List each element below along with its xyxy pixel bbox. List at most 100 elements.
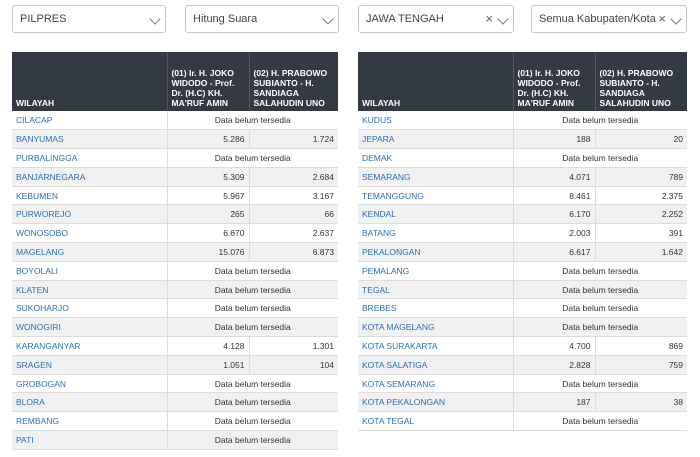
candidate2-votes-cell: 3.167 <box>249 186 338 206</box>
table-row: KOTA SALATIGA 2.828 759 <box>358 355 687 375</box>
region-link[interactable]: PEKALONGAN <box>358 242 514 262</box>
region-link[interactable]: MAGELANG <box>12 242 168 262</box>
no-data-cell: Data belum tersedia <box>513 411 687 432</box>
region-link[interactable]: BLORA <box>12 392 168 413</box>
table-row: PURWOREJO 265 66 <box>12 204 338 225</box>
region-link[interactable]: KOTA PEKALONGAN <box>358 392 514 413</box>
count-mode-value: Hitung Suara <box>193 13 258 25</box>
candidate2-votes-cell: 2.684 <box>249 167 338 187</box>
candidate1-votes-cell: 2.828 <box>513 355 596 375</box>
candidate2-votes-cell: 759 <box>595 355 687 375</box>
election-type-select[interactable]: PILPRES <box>12 5 166 33</box>
candidate2-votes-cell: 20 <box>595 129 687 150</box>
no-data-cell: Data belum tersedia <box>167 148 338 168</box>
no-data-cell: Data belum tersedia <box>513 374 687 394</box>
table-row: SRAGEN 1.051 104 <box>12 355 338 375</box>
region-link[interactable]: KOTA SALATIGA <box>358 355 514 375</box>
count-mode-select[interactable]: Hitung Suara <box>185 5 339 33</box>
region-link[interactable]: PATI <box>12 430 168 450</box>
region-link[interactable]: KOTA SEMARANG <box>358 374 514 394</box>
candidate1-votes-cell: 6.617 <box>513 242 596 262</box>
region-link[interactable]: KENDAL <box>358 204 514 225</box>
candidate1-votes-cell: 265 <box>167 204 250 225</box>
table-row: TEGAL Data belum tersedia <box>358 280 687 300</box>
region-link[interactable]: KOTA SURAKARTA <box>358 336 514 356</box>
region-link[interactable]: PEMALANG <box>358 261 514 281</box>
region-link[interactable]: SEMARANG <box>358 167 514 187</box>
region-link[interactable]: PURBALINGGA <box>12 148 168 168</box>
candidate1-column-header: (01) Ir. H. JOKO WIDODO - Prof. Dr. (H.C… <box>167 52 250 111</box>
clear-icon[interactable]: × <box>658 6 666 32</box>
table-header: WILAYAH (01) Ir. H. JOKO WIDODO - Prof. … <box>358 52 687 111</box>
region-link[interactable]: TEGAL <box>358 280 514 300</box>
candidate2-column-header: (02) H. PRABOWO SUBIANTO - H. SANDIAGA S… <box>249 52 338 111</box>
candidate1-votes-cell: 6.170 <box>513 204 596 225</box>
region-link[interactable]: KARANGANYAR <box>12 336 168 356</box>
region-link[interactable]: KOTA TEGAL <box>358 411 514 432</box>
candidate1-votes-cell: 5.309 <box>167 167 250 187</box>
region-link[interactable]: DEMAK <box>358 148 514 168</box>
region-link[interactable]: BATANG <box>358 223 514 244</box>
candidate1-votes-cell: 4.700 <box>513 336 596 356</box>
regency-select[interactable]: Semua Kabupaten/Kota × <box>531 5 687 33</box>
region-link[interactable]: SRAGEN <box>12 355 168 375</box>
region-column-header: WILAYAH <box>358 52 514 111</box>
table-row: GROBOGAN Data belum tersedia <box>12 374 338 394</box>
region-link[interactable]: JEPARA <box>358 129 514 150</box>
region-link[interactable]: PURWOREJO <box>12 204 168 225</box>
table-row: PURBALINGGA Data belum tersedia <box>12 148 338 168</box>
chevron-down-icon <box>670 13 682 25</box>
table-row: KUDUS Data belum tersedia <box>358 111 687 131</box>
region-link[interactable]: KEBUMEN <box>12 186 168 206</box>
table-row: KOTA MAGELANG Data belum tersedia <box>358 317 687 338</box>
candidate2-votes-cell: 2.637 <box>249 223 338 244</box>
region-link[interactable]: KLATEN <box>12 280 168 300</box>
table-row: JEPARA 188 20 <box>358 129 687 150</box>
region-link[interactable]: BOYOLALI <box>12 261 168 281</box>
region-link[interactable]: WONOGIRI <box>12 317 168 338</box>
candidate2-votes-cell: 789 <box>595 167 687 187</box>
region-link[interactable]: BANJARNEGARA <box>12 167 168 187</box>
candidate1-votes-cell: 15.076 <box>167 242 250 262</box>
table-row: SUKOHARJO Data belum tersedia <box>12 298 338 319</box>
region-link[interactable]: SUKOHARJO <box>12 298 168 319</box>
region-link[interactable]: TEMANGGUNG <box>358 186 514 206</box>
no-data-cell: Data belum tersedia <box>167 374 338 394</box>
province-select[interactable]: JAWA TENGAH × <box>358 5 514 33</box>
table-row: KOTA PEKALONGAN 187 38 <box>358 392 687 413</box>
region-link[interactable]: BANYUMAS <box>12 129 168 150</box>
region-link[interactable]: GROBOGAN <box>12 374 168 394</box>
candidate1-votes-cell: 4.128 <box>167 336 250 356</box>
clear-icon[interactable]: × <box>485 6 493 32</box>
no-data-cell: Data belum tersedia <box>167 111 338 131</box>
table-row: WONOGIRI Data belum tersedia <box>12 317 338 338</box>
table-row: KOTA TEGAL Data belum tersedia <box>358 411 687 432</box>
table-row: KEBUMEN 5.967 3.167 <box>12 186 338 206</box>
table-row: BANYUMAS 5.286 1.724 <box>12 129 338 150</box>
table-row: PEMALANG Data belum tersedia <box>358 261 687 281</box>
table-row: BREBES Data belum tersedia <box>358 298 687 319</box>
table-row: KENDAL 6.170 2.252 <box>358 204 687 225</box>
candidate2-votes-cell: 6.873 <box>249 242 338 262</box>
no-data-cell: Data belum tersedia <box>167 317 338 338</box>
candidate2-votes-cell: 2.375 <box>595 186 687 206</box>
results-table-right: WILAYAH (01) Ir. H. JOKO WIDODO - Prof. … <box>358 52 687 432</box>
candidate2-column-header: (02) H. PRABOWO SUBIANTO - H. SANDIAGA S… <box>595 52 687 111</box>
table-row: PATI Data belum tersedia <box>12 430 338 450</box>
candidate2-votes-cell: 1.642 <box>595 242 687 262</box>
region-link[interactable]: REMBANG <box>12 411 168 432</box>
region-link[interactable]: CILACAP <box>12 111 168 131</box>
region-link[interactable]: KOTA MAGELANG <box>358 317 514 338</box>
candidate2-votes-cell: 104 <box>249 355 338 375</box>
no-data-cell: Data belum tersedia <box>167 298 338 319</box>
table-row: KARANGANYAR 4.128 1.301 <box>12 336 338 356</box>
no-data-cell: Data belum tersedia <box>167 261 338 281</box>
region-link[interactable]: KUDUS <box>358 111 514 131</box>
candidate2-votes-cell: 38 <box>595 392 687 413</box>
province-value: JAWA TENGAH <box>366 13 444 25</box>
region-link[interactable]: WONOSOBO <box>12 223 168 244</box>
region-link[interactable]: BREBES <box>358 298 514 319</box>
election-type-value: PILPRES <box>20 13 67 25</box>
no-data-cell: Data belum tersedia <box>167 430 338 450</box>
candidate1-votes-cell: 5.967 <box>167 186 250 206</box>
